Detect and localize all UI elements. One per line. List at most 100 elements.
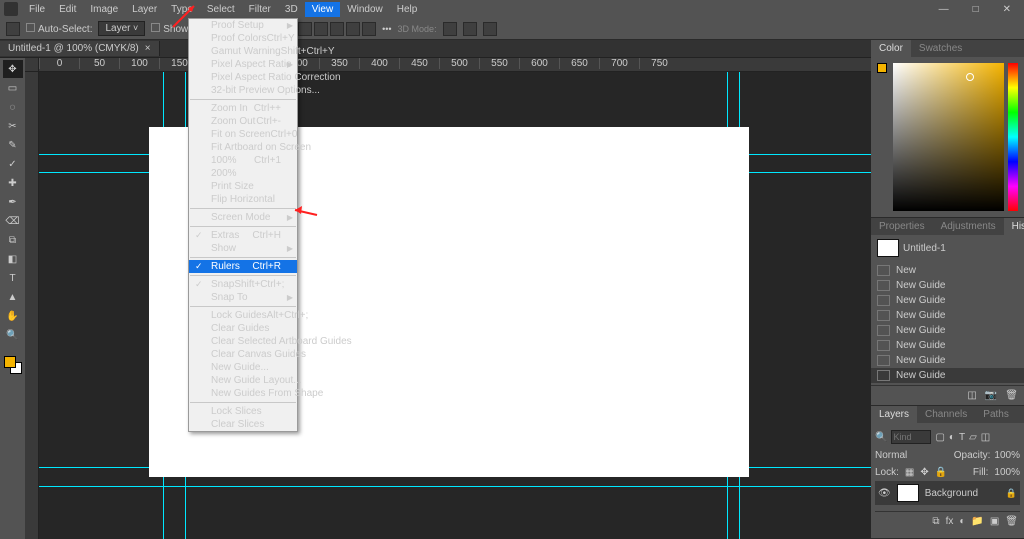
tab-channels[interactable]: Channels (917, 406, 975, 423)
history-new-doc-icon[interactable]: ◫ (967, 390, 976, 401)
layer-mask-icon[interactable]: ◐ (959, 516, 965, 527)
healing-tool[interactable]: ✓ (3, 155, 23, 173)
canvas-viewport[interactable] (39, 72, 871, 539)
3d-icon[interactable] (443, 22, 457, 36)
lock-icon[interactable]: 🔒 (1006, 488, 1017, 499)
lock-all-icon[interactable]: 🔒 (935, 467, 947, 478)
active-color-swatch[interactable] (877, 63, 887, 73)
history-new-snapshot-icon[interactable]: 📷 (985, 390, 997, 401)
menu-item-extras[interactable]: ✓ExtrasCtrl+H (189, 229, 297, 242)
tab-adjustments[interactable]: Adjustments (933, 218, 1004, 235)
filter-smart-icon[interactable]: ◫ (981, 432, 990, 443)
align-icon[interactable] (298, 22, 312, 36)
menu-select[interactable]: Select (200, 2, 242, 17)
menu-item-screen-mode[interactable]: Screen Mode▶ (189, 211, 297, 224)
new-layer-icon[interactable]: ▣ (990, 516, 999, 527)
3d-icon[interactable] (483, 22, 497, 36)
close-icon[interactable]: ✕ (996, 2, 1018, 17)
history-state[interactable]: New Guide (871, 293, 1024, 308)
menu-image[interactable]: Image (83, 2, 125, 17)
visibility-icon[interactable]: 👁 (878, 488, 891, 499)
show-transform-checkbox[interactable] (151, 23, 160, 32)
history-snapshot-thumb[interactable] (877, 239, 899, 257)
history-state[interactable]: New Guide (871, 368, 1024, 383)
menu-item-clear-guides[interactable]: Clear Guides (189, 322, 297, 335)
path-tool[interactable]: ▲ (3, 288, 23, 306)
history-state[interactable]: New Guide (871, 323, 1024, 338)
filter-adj-icon[interactable]: ◐ (949, 432, 955, 443)
menu-item-lock-guides[interactable]: Lock GuidesAlt+Ctrl+; (189, 309, 297, 322)
gradient-tool[interactable]: ⧉ (3, 231, 23, 249)
menu-3d[interactable]: 3D (278, 2, 305, 17)
color-field[interactable] (893, 63, 1004, 211)
tab-swatches[interactable]: Swatches (911, 40, 970, 57)
menu-item-new-guide-[interactable]: New Guide... (189, 361, 297, 374)
tab-layers[interactable]: Layers (871, 406, 917, 423)
layer-row[interactable]: 👁 Background 🔒 (875, 481, 1020, 505)
opacity-input[interactable]: 100% (994, 450, 1020, 461)
move-tool[interactable]: ✥ (3, 60, 23, 78)
tab-properties[interactable]: Properties (871, 218, 933, 235)
menu-window[interactable]: Window (340, 2, 390, 17)
fg-bg-swatch[interactable] (4, 356, 22, 374)
lock-position-icon[interactable]: ✥ (920, 467, 928, 478)
layer-fx-icon[interactable]: fx (946, 516, 954, 527)
align-icon[interactable] (330, 22, 344, 36)
menu-item-100-[interactable]: 100%Ctrl+1 (189, 154, 297, 167)
eraser-tool[interactable]: ⌫ (3, 212, 23, 230)
new-group-icon[interactable]: 📁 (971, 516, 983, 527)
menu-item-200-[interactable]: 200% (189, 167, 297, 180)
menu-item-proof-setup[interactable]: Proof Setup▶ (189, 19, 297, 32)
type-tool[interactable]: T (3, 269, 23, 287)
autoselect-target-select[interactable]: Layer ˅ (98, 21, 145, 36)
tab-history[interactable]: History (1004, 218, 1024, 235)
history-state[interactable]: New Guide (871, 278, 1024, 293)
history-state[interactable]: New Guide (871, 308, 1024, 323)
ruler-vertical[interactable] (25, 72, 39, 539)
menu-file[interactable]: File (22, 2, 52, 17)
filter-type-icon[interactable]: T (959, 432, 965, 443)
document-tab-close-icon[interactable]: × (145, 43, 151, 54)
marquee-tool[interactable]: ▭ (3, 79, 23, 97)
stamp-tool[interactable]: ✒ (3, 193, 23, 211)
crop-tool[interactable]: ✂ (3, 117, 23, 135)
hand-tool[interactable]: ✋ (3, 307, 23, 325)
pen-tool[interactable]: ◧ (3, 250, 23, 268)
history-state[interactable]: New Guide (871, 338, 1024, 353)
menu-item-proof-colors[interactable]: Proof ColorsCtrl+Y (189, 32, 297, 45)
align-icon[interactable] (314, 22, 328, 36)
align-icon[interactable] (346, 22, 360, 36)
menu-item-flip-horizontal[interactable]: Flip Horizontal (189, 193, 297, 206)
menu-item-zoom-out[interactable]: Zoom OutCtrl+- (189, 115, 297, 128)
menu-item-show[interactable]: Show▶ (189, 242, 297, 255)
ruler-origin[interactable] (25, 58, 39, 72)
menu-item-clear-canvas-guides[interactable]: Clear Canvas Guides (189, 348, 297, 361)
lock-pixels-icon[interactable]: ▦ (905, 467, 914, 478)
menu-item-lock-slices[interactable]: Lock Slices (189, 405, 297, 418)
menu-item-gamut-warning[interactable]: Gamut WarningShift+Ctrl+Y (189, 45, 297, 58)
link-layers-icon[interactable]: ⧉ (932, 516, 939, 527)
menu-item-pixel-aspect-ratio[interactable]: Pixel Aspect Ratio▶ (189, 58, 297, 71)
delete-layer-icon[interactable]: 🗑 (1005, 516, 1018, 527)
menu-item-snap-to[interactable]: Snap To▶ (189, 291, 297, 304)
autoselect-checkbox[interactable] (26, 23, 35, 32)
tab-color[interactable]: Color (871, 40, 911, 57)
fill-input[interactable]: 100% (994, 467, 1020, 478)
maximize-icon[interactable]: □ (966, 2, 986, 17)
menu-help[interactable]: Help (390, 2, 425, 17)
document-tab[interactable]: Untitled-1 @ 100% (CMYK/8) × (0, 41, 160, 56)
3d-icon[interactable] (463, 22, 477, 36)
layer-name[interactable]: Background (925, 488, 978, 499)
menu-type[interactable]: Type (164, 2, 200, 17)
history-state[interactable]: New Guide (871, 353, 1024, 368)
menu-item-print-size[interactable]: Print Size (189, 180, 297, 193)
menu-layer[interactable]: Layer (125, 2, 164, 17)
minimize-icon[interactable]: — (932, 2, 956, 17)
zoom-tool[interactable]: 🔍 (3, 326, 23, 344)
menu-item-new-guide-layout-[interactable]: New Guide Layout... (189, 374, 297, 387)
ruler-horizontal[interactable]: 0501001502002503003504004505005506006507… (39, 58, 871, 72)
layer-filter-input[interactable] (891, 430, 931, 444)
align-icon[interactable] (362, 22, 376, 36)
blend-mode-select[interactable]: Normal (875, 450, 950, 461)
menu-item-fit-on-screen[interactable]: Fit on ScreenCtrl+0 (189, 128, 297, 141)
